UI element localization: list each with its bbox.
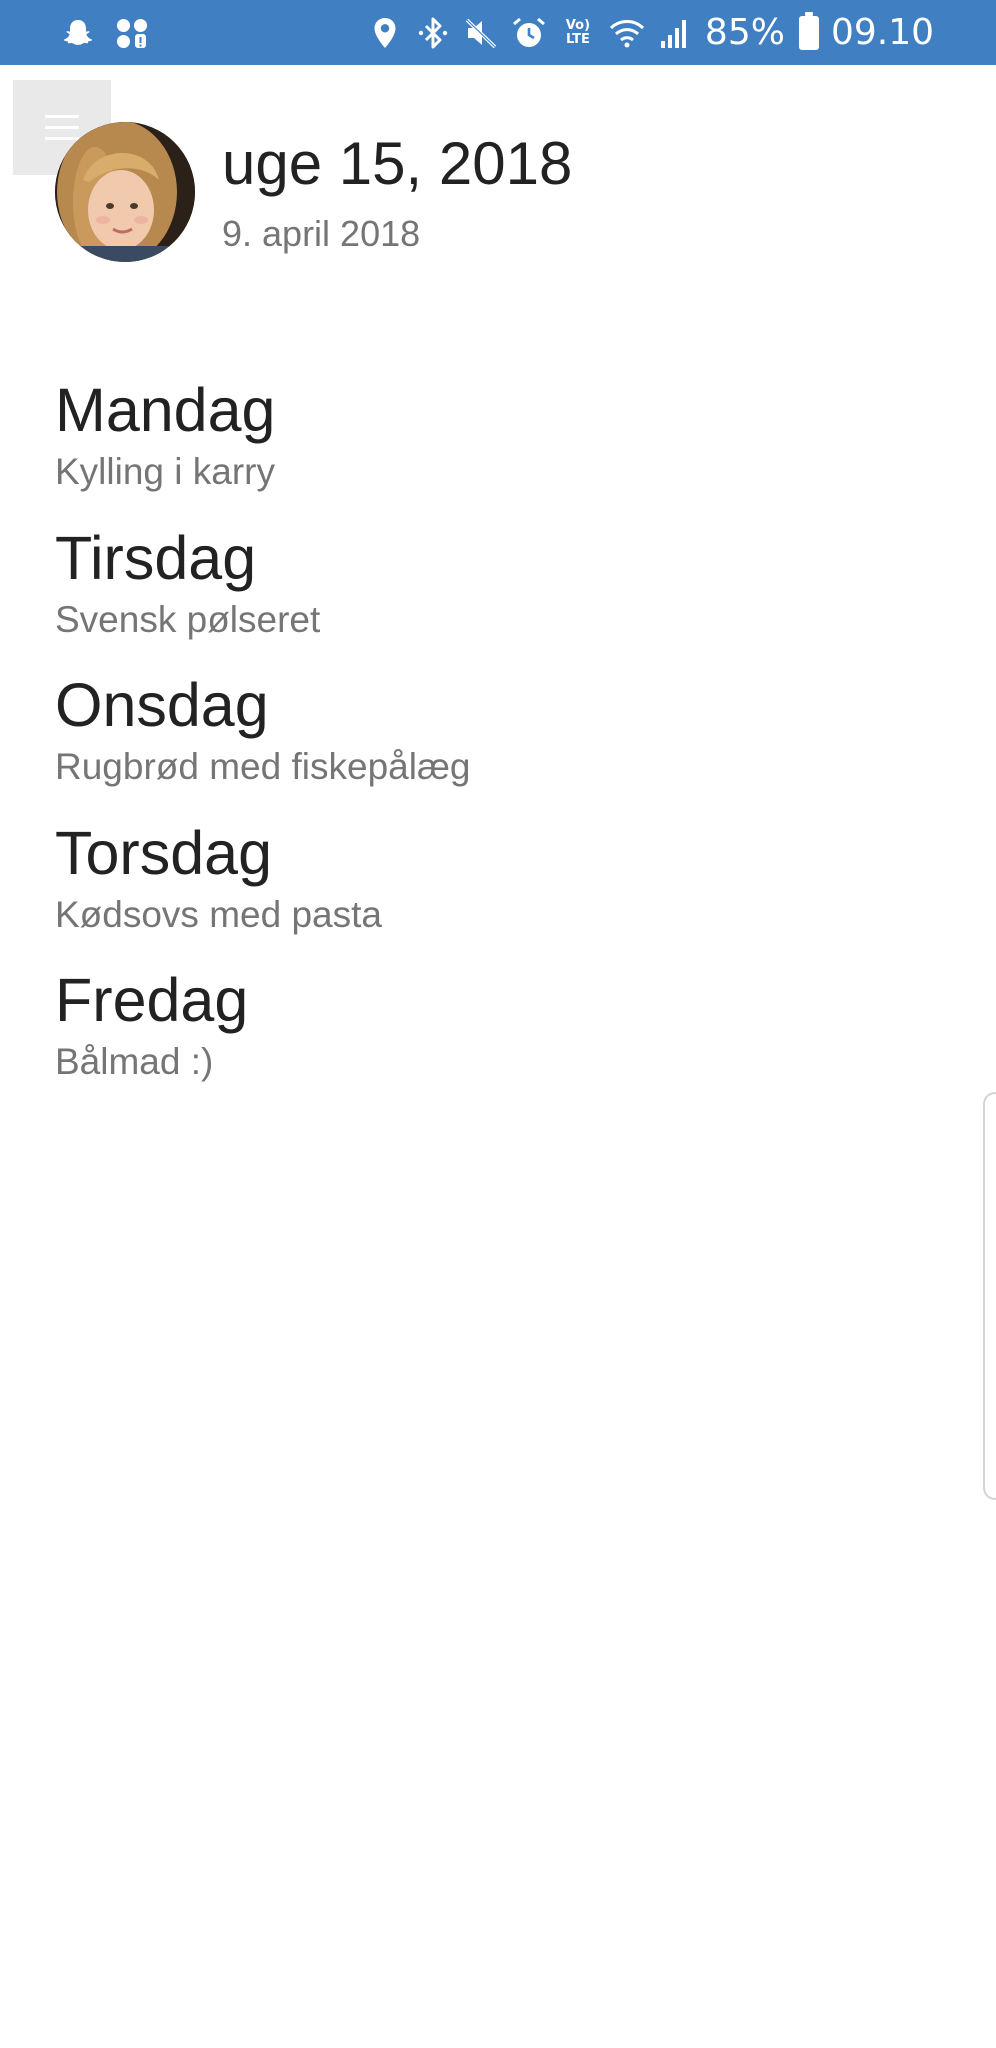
mute-icon	[465, 18, 497, 49]
day-meal: Kødsovs med pasta	[55, 893, 382, 935]
avatar	[55, 122, 195, 262]
day-name: Onsdag	[55, 671, 269, 739]
location-icon	[374, 18, 396, 48]
battery-percent: 85%	[704, 12, 785, 53]
page-date: 9. april 2018	[222, 213, 421, 254]
child-portrait-icon	[55, 122, 195, 262]
day-meal: Kylling i karry	[55, 451, 275, 492]
alarm-icon	[512, 17, 545, 47]
status-bar-left	[60, 14, 150, 52]
signal-icon	[660, 20, 686, 48]
day-meal: Rugbrød med fiskepålæg	[55, 746, 471, 787]
list-item[interactable]: Onsdag Rugbrød med fiskepålæg	[55, 667, 935, 815]
volte-icon: Vo) LTE	[565, 18, 591, 47]
day-meal: Bålmad :)	[55, 1041, 214, 1082]
list-item[interactable]: Fredag Bålmad :)	[55, 962, 935, 1110]
list-item[interactable]: Tirsdag Svensk pølseret	[55, 520, 935, 668]
status-bar-right: Vo) LTE 85% 09.10	[367, 10, 934, 56]
status-bar: Vo) LTE 85% 09.10	[0, 0, 996, 65]
notification-icon	[117, 19, 147, 48]
clock: 09.10	[830, 12, 934, 53]
wifi-icon	[609, 20, 644, 48]
list-item[interactable]: Torsdag Kødsovs med pasta	[55, 815, 935, 963]
day-name: Fredag	[55, 966, 249, 1034]
page-title: uge 15, 2018	[222, 130, 573, 197]
day-name: Tirsdag	[55, 523, 257, 592]
day-name: Torsdag	[55, 818, 273, 887]
list-item[interactable]: Mandag Kylling i karry	[55, 372, 935, 520]
bluetooth-icon	[418, 17, 448, 49]
snapchat-icon	[63, 20, 93, 45]
day-name: Mandag	[55, 376, 276, 444]
day-meal: Svensk pølseret	[55, 598, 321, 640]
edge-panel-handle[interactable]	[983, 1092, 996, 1500]
day-list: Mandag Kylling i karry Tirsdag Svensk pø…	[55, 372, 935, 1110]
hamburger-icon	[45, 114, 79, 141]
battery-icon	[798, 12, 819, 50]
